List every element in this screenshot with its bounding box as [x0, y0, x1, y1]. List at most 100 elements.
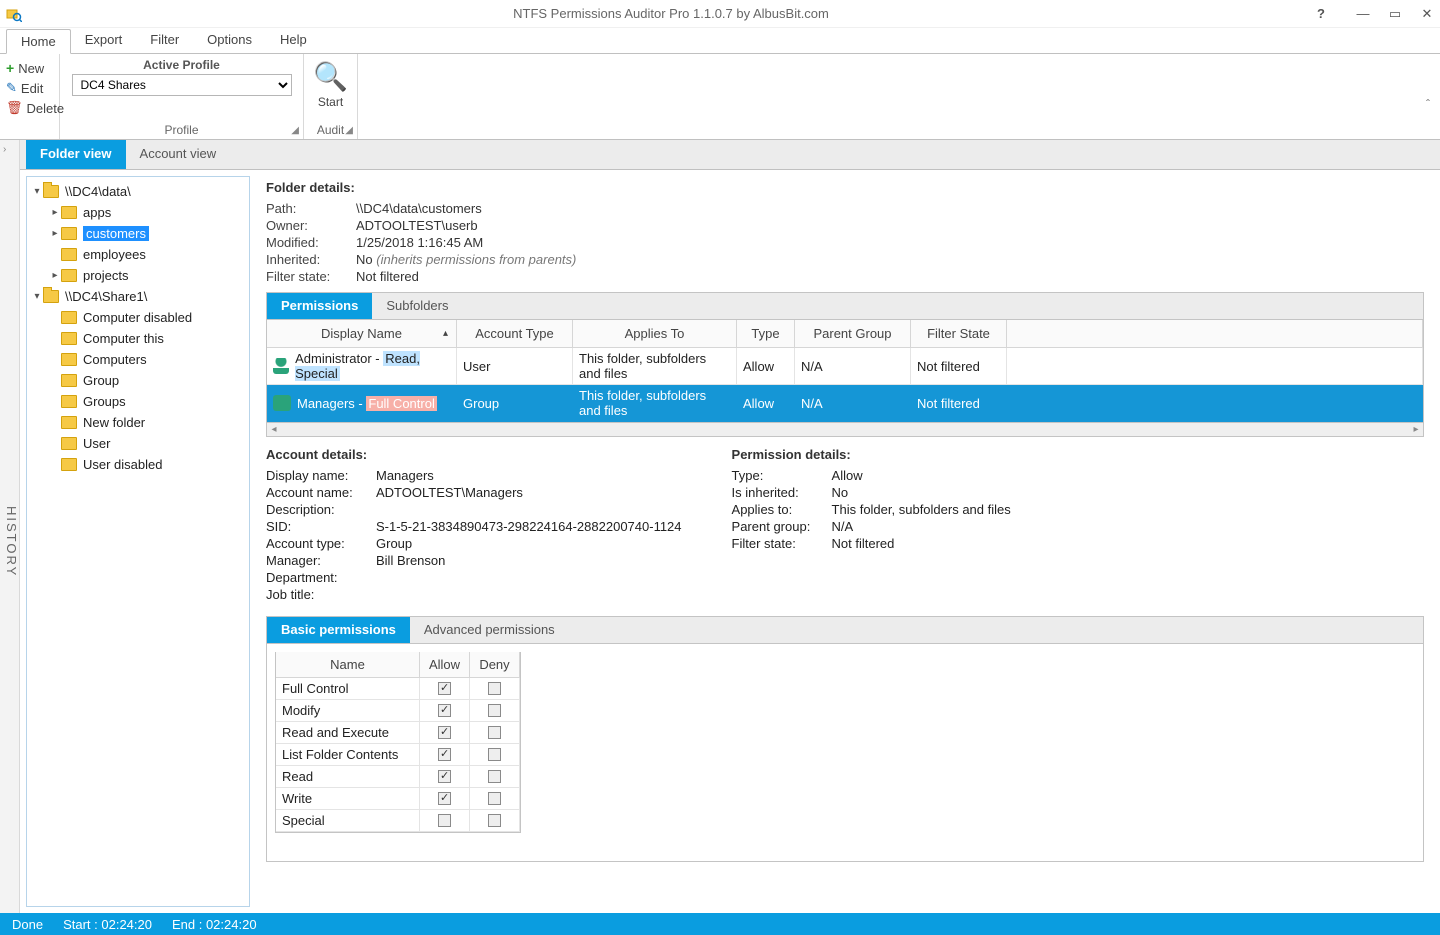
tree-twist-icon[interactable]: ▸	[49, 270, 61, 281]
tree-node[interactable]: User disabled	[29, 454, 247, 475]
maximize-button[interactable]: ▭	[1388, 7, 1402, 21]
profile-group-launcher-icon[interactable]: ◢	[291, 125, 299, 136]
minimize-button[interactable]: —	[1356, 7, 1370, 21]
close-button[interactable]: ✕	[1420, 7, 1434, 21]
tab-subfolders[interactable]: Subfolders	[372, 293, 462, 319]
basic-perm-allow[interactable]	[420, 788, 470, 810]
perm-col-header[interactable]: Parent Group	[795, 320, 911, 348]
permissions-row[interactable]: Administrator - Read, SpecialUserThis fo…	[267, 348, 1423, 385]
new-profile-button[interactable]: +New	[6, 58, 53, 78]
audit-group-launcher-icon[interactable]: ◢	[345, 125, 353, 136]
menu-filter[interactable]: Filter	[136, 28, 193, 53]
basic-perm-allow[interactable]	[420, 700, 470, 722]
menu-help[interactable]: Help	[266, 28, 321, 53]
tree-node[interactable]: Computers	[29, 349, 247, 370]
tree-twist-icon[interactable]	[49, 354, 61, 365]
tree-node[interactable]: employees	[29, 244, 247, 265]
tree-twist-icon[interactable]: ▸	[49, 228, 61, 239]
perm-col-header[interactable]: Filter State	[911, 320, 1007, 348]
delete-profile-button[interactable]: 🗑Delete	[6, 98, 53, 118]
checkbox-icon[interactable]	[438, 704, 451, 717]
permissions-row[interactable]: Managers - Full ControlGroupThis folder,…	[267, 385, 1423, 422]
folder-icon	[61, 395, 77, 408]
tree-twist-icon[interactable]	[49, 249, 61, 260]
tree-twist-icon[interactable]	[49, 438, 61, 449]
tree-twist-icon[interactable]: ▾	[31, 291, 43, 302]
basic-col-header[interactable]: Name	[276, 652, 420, 678]
scroll-right-icon[interactable]: ▸	[1409, 423, 1423, 436]
tree-node[interactable]: Computer this	[29, 328, 247, 349]
checkbox-icon[interactable]	[438, 770, 451, 783]
tree-twist-icon[interactable]	[49, 459, 61, 470]
checkbox-icon[interactable]	[488, 748, 501, 761]
tree-twist-icon[interactable]	[49, 375, 61, 386]
basic-perm-allow[interactable]	[420, 744, 470, 766]
checkbox-icon[interactable]	[488, 792, 501, 805]
checkbox-icon[interactable]	[488, 682, 501, 695]
sort-asc-icon[interactable]: ▴	[443, 328, 448, 339]
tree-twist-icon[interactable]	[49, 312, 61, 323]
menu-home[interactable]: Home	[6, 29, 71, 54]
basic-perm-allow[interactable]	[420, 722, 470, 744]
checkbox-icon[interactable]	[488, 770, 501, 783]
expand-history-icon[interactable]: ›	[3, 144, 8, 155]
folder-details-grid: Path:\\DC4\data\customers Owner:ADTOOLTE…	[266, 201, 1424, 284]
scroll-left-icon[interactable]: ◂	[267, 423, 281, 436]
perm-col-header[interactable]: Type	[737, 320, 795, 348]
tab-permissions[interactable]: Permissions	[267, 293, 372, 319]
menu-options[interactable]: Options	[193, 28, 266, 53]
folder-tree[interactable]: ▾\\DC4\data\▸apps▸customers employees▸pr…	[26, 176, 250, 907]
tree-node[interactable]: New folder	[29, 412, 247, 433]
checkbox-icon[interactable]	[438, 814, 451, 827]
tree-twist-icon[interactable]	[49, 417, 61, 428]
checkbox-icon[interactable]	[488, 726, 501, 739]
tree-node[interactable]: ▸projects	[29, 265, 247, 286]
tree-node[interactable]: ▾\\DC4\Share1\	[29, 286, 247, 307]
tab-basic-permissions[interactable]: Basic permissions	[267, 617, 410, 643]
edit-profile-button[interactable]: ✎Edit	[6, 78, 53, 98]
perm-col-header[interactable]: Applies To	[573, 320, 737, 348]
tree-node[interactable]: User	[29, 433, 247, 454]
basic-perm-allow[interactable]	[420, 766, 470, 788]
history-rail[interactable]: › HISTORY	[0, 140, 20, 913]
tab-folder-view[interactable]: Folder view	[26, 140, 126, 169]
basic-perm-allow[interactable]	[420, 678, 470, 700]
basic-perm-deny[interactable]	[470, 700, 520, 722]
checkbox-icon[interactable]	[488, 814, 501, 827]
tree-node[interactable]: ▸customers	[29, 223, 247, 244]
tree-node[interactable]: Computer disabled	[29, 307, 247, 328]
basic-perm-deny[interactable]	[470, 744, 520, 766]
tree-node[interactable]: Groups	[29, 391, 247, 412]
menu-export[interactable]: Export	[71, 28, 137, 53]
perm-col-header[interactable]: Display Name▴	[267, 320, 457, 348]
active-profile-select[interactable]: DC4 Shares	[72, 74, 292, 96]
basic-perm-allow[interactable]	[420, 810, 470, 832]
checkbox-icon[interactable]	[438, 682, 451, 695]
tab-advanced-permissions[interactable]: Advanced permissions	[410, 617, 569, 643]
permissions-hscroll[interactable]: ◂▸	[266, 423, 1424, 437]
basic-perm-deny[interactable]	[470, 766, 520, 788]
basic-col-header[interactable]: Deny	[470, 652, 520, 678]
tree-node[interactable]: Group	[29, 370, 247, 391]
perm-col-header[interactable]: Account Type	[457, 320, 573, 348]
checkbox-icon[interactable]	[438, 726, 451, 739]
basic-perm-deny[interactable]	[470, 678, 520, 700]
checkbox-icon[interactable]	[488, 704, 501, 717]
collapse-ribbon-icon[interactable]: ˆ	[1426, 97, 1430, 111]
search-icon[interactable]: 🔍	[313, 60, 348, 93]
tree-twist-icon[interactable]	[49, 333, 61, 344]
basic-perm-deny[interactable]	[470, 810, 520, 832]
start-label[interactable]: Start	[318, 95, 343, 109]
tree-node[interactable]: ▸apps	[29, 202, 247, 223]
tree-twist-icon[interactable]: ▾	[31, 186, 43, 197]
tree-twist-icon[interactable]	[49, 396, 61, 407]
basic-col-header[interactable]: Allow	[420, 652, 470, 678]
basic-perm-deny[interactable]	[470, 722, 520, 744]
checkbox-icon[interactable]	[438, 748, 451, 761]
checkbox-icon[interactable]	[438, 792, 451, 805]
tab-account-view[interactable]: Account view	[126, 140, 231, 169]
basic-perm-deny[interactable]	[470, 788, 520, 810]
tree-node[interactable]: ▾\\DC4\data\	[29, 181, 247, 202]
help-button[interactable]: ?	[1314, 7, 1328, 21]
tree-twist-icon[interactable]: ▸	[49, 207, 61, 218]
